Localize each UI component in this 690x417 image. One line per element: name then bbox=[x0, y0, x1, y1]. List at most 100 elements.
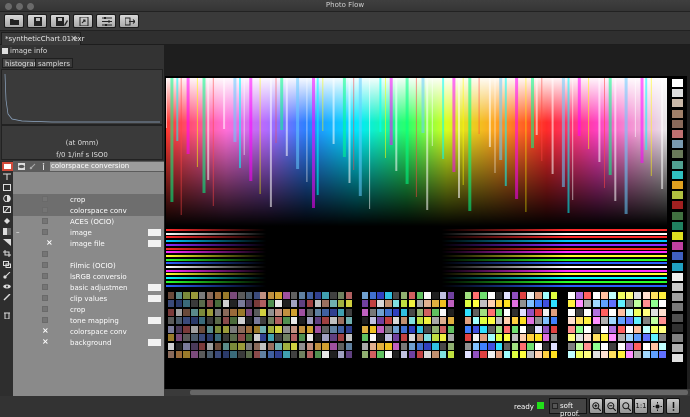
layer-enabled-checkbox[interactable]: × bbox=[42, 337, 49, 346]
image-info-toggle[interactable]: image info bbox=[2, 47, 47, 55]
spectral-spike bbox=[212, 78, 214, 206]
horizontal-scrollbar[interactable] bbox=[164, 389, 690, 396]
layer-row[interactable]: × colorspace conv bbox=[13, 326, 164, 337]
swatch-patch bbox=[672, 313, 683, 322]
warning-button[interactable] bbox=[666, 398, 680, 414]
color-patch bbox=[424, 342, 431, 350]
color-patch bbox=[432, 308, 439, 316]
layer-enabled-checkbox[interactable] bbox=[42, 306, 48, 312]
color-patch bbox=[361, 325, 369, 333]
color-patch bbox=[576, 334, 583, 342]
layer-enabled-checkbox[interactable] bbox=[42, 196, 48, 202]
layer-row[interactable]: basic adjustmen bbox=[13, 282, 164, 293]
main-toolbar bbox=[0, 12, 690, 31]
layer-row[interactable] bbox=[13, 249, 164, 260]
layer-enabled-checkbox[interactable] bbox=[42, 295, 48, 301]
layer-row[interactable]: crop bbox=[13, 194, 164, 205]
color-patch bbox=[584, 308, 592, 316]
layer-row[interactable]: × image file bbox=[13, 238, 164, 249]
layer-enabled-checkbox[interactable] bbox=[42, 229, 48, 235]
layer-mask-thumbnail[interactable] bbox=[148, 317, 161, 324]
layer-mask-thumbnail[interactable] bbox=[148, 240, 161, 247]
contrast-icon[interactable] bbox=[3, 195, 11, 202]
layer-mask-thumbnail[interactable] bbox=[148, 229, 161, 236]
zoom-1to1-button[interactable]: 1:1 bbox=[634, 398, 648, 414]
exit-button[interactable] bbox=[119, 14, 139, 28]
layer-row[interactable]: clip values bbox=[13, 293, 164, 304]
layer-header-label[interactable]: colorspace conversion bbox=[50, 162, 164, 171]
soft-proof-checkbox[interactable] bbox=[552, 403, 558, 409]
layer-enabled-checkbox[interactable] bbox=[42, 284, 48, 290]
gradient-icon[interactable] bbox=[3, 228, 11, 235]
layer-enabled-checkbox[interactable] bbox=[42, 207, 48, 213]
link-icon[interactable] bbox=[29, 163, 36, 170]
color-patch bbox=[480, 300, 487, 308]
layer-row[interactable]: colorspace conv bbox=[13, 205, 164, 216]
layers-icon[interactable] bbox=[2, 162, 13, 171]
tab-samplers[interactable]: samplers bbox=[35, 58, 73, 68]
trash-icon[interactable] bbox=[3, 312, 11, 319]
layer-mask-thumbnail[interactable] bbox=[148, 295, 161, 302]
layer-row[interactable]: ACES (OCIO) bbox=[13, 216, 164, 227]
layer-enabled-checkbox[interactable] bbox=[42, 251, 48, 257]
save-as-button[interactable] bbox=[50, 14, 70, 28]
layer-row[interactable]: lsRGB conversio bbox=[13, 271, 164, 282]
crop-icon[interactable] bbox=[3, 250, 11, 257]
color-patch bbox=[592, 351, 600, 359]
spectral-spike bbox=[415, 78, 417, 197]
color-patch bbox=[432, 342, 439, 350]
layer-enabled-checkbox[interactable]: × bbox=[42, 326, 49, 335]
text-tool-icon[interactable] bbox=[3, 173, 11, 180]
collapse-icon[interactable]: – bbox=[16, 228, 20, 236]
layer-row[interactable]: crop bbox=[13, 304, 164, 315]
close-tab-icon[interactable]: ✕ bbox=[70, 34, 77, 43]
spectral-spike bbox=[233, 78, 237, 142]
pencil-icon[interactable] bbox=[3, 294, 11, 301]
export-button[interactable] bbox=[73, 14, 93, 28]
diagonal-gradient-icon[interactable] bbox=[3, 239, 11, 246]
fill-icon[interactable] bbox=[3, 217, 11, 224]
color-patch bbox=[584, 342, 592, 350]
open-button[interactable] bbox=[4, 14, 24, 28]
layer-row[interactable]: – image bbox=[13, 227, 164, 238]
tab-synthetic-chart[interactable]: *syntheticChart.01.exr ✕ bbox=[1, 32, 85, 45]
zoom-out-button[interactable] bbox=[604, 398, 618, 414]
brush-icon[interactable] bbox=[3, 272, 11, 279]
zoom-in-button[interactable] bbox=[589, 398, 603, 414]
layer-name: image bbox=[70, 229, 92, 237]
color-patch bbox=[377, 308, 384, 316]
color-patch-grid bbox=[464, 291, 558, 359]
layer-enabled-checkbox[interactable] bbox=[42, 262, 48, 268]
scrollbar-thumb[interactable] bbox=[190, 390, 688, 395]
color-patch bbox=[369, 317, 376, 325]
color-patch bbox=[416, 308, 423, 316]
layer-mask-thumbnail[interactable] bbox=[148, 284, 161, 291]
info-icon[interactable] bbox=[40, 163, 47, 170]
zoom-fit-button[interactable] bbox=[619, 398, 633, 414]
layer-row[interactable]: × background bbox=[13, 337, 164, 348]
brightness-button[interactable] bbox=[650, 398, 664, 414]
save-button[interactable] bbox=[27, 14, 47, 28]
spectral-spike bbox=[614, 78, 617, 201]
curves-icon[interactable] bbox=[3, 206, 11, 213]
layer-enabled-checkbox[interactable] bbox=[42, 273, 48, 279]
visibility-icon[interactable] bbox=[18, 163, 25, 170]
layer-row[interactable]: Filmic (OCIO) bbox=[13, 260, 164, 271]
layer-row[interactable]: tone mapping bbox=[13, 315, 164, 326]
soft-proof-toggle[interactable]: soft proof. bbox=[549, 398, 587, 417]
color-patch bbox=[567, 317, 575, 325]
spectral-spike bbox=[572, 78, 574, 200]
layer-enabled-checkbox[interactable] bbox=[42, 218, 48, 224]
transform-icon[interactable] bbox=[3, 261, 11, 268]
image-tool-icon[interactable] bbox=[3, 184, 11, 191]
image-info-checkbox[interactable] bbox=[2, 48, 8, 54]
layer-mask-thumbnail[interactable] bbox=[148, 339, 161, 346]
spectral-spike bbox=[389, 78, 393, 145]
color-patch bbox=[369, 334, 376, 342]
color-patch bbox=[377, 334, 384, 342]
eye-icon[interactable] bbox=[3, 283, 11, 290]
layer-enabled-checkbox[interactable]: × bbox=[46, 238, 53, 247]
layer-enabled-checkbox[interactable] bbox=[42, 317, 48, 323]
image-canvas[interactable] bbox=[164, 45, 690, 409]
settings-button[interactable] bbox=[96, 14, 116, 28]
